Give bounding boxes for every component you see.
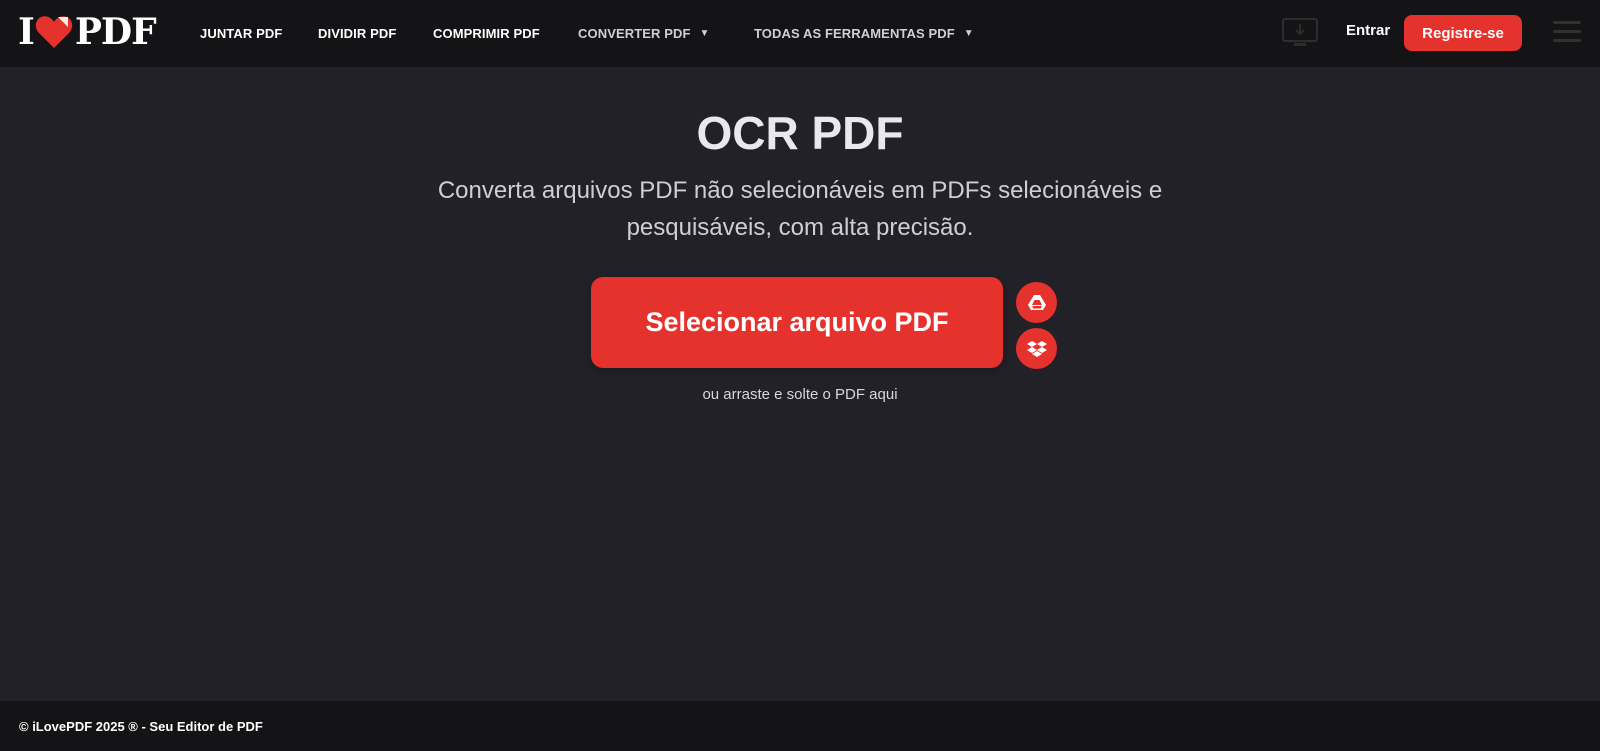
ilovepdf-logo[interactable]: I PDF	[18, 11, 157, 53]
nav-label: TODAS AS FERRAMENTAS PDF	[754, 26, 955, 41]
dropbox-button[interactable]	[1016, 328, 1057, 369]
top-navigation-bar: I PDF JUNTAR PDF DIVIDIR PDF COMPRIMIR P…	[0, 0, 1600, 67]
nav-label: COMPRIMIR PDF	[433, 26, 540, 41]
caret-down-icon: ▼	[963, 28, 974, 39]
google-drive-button[interactable]	[1016, 282, 1057, 323]
heart-icon	[35, 16, 73, 48]
drag-and-drop-hint: ou arraste e solte o PDF aqui	[702, 386, 898, 403]
desktop-app-icon[interactable]	[1282, 18, 1318, 48]
select-pdf-button[interactable]: Selecionar arquivo PDF	[591, 277, 1003, 368]
subtitle-line: pesquisáveis, com alta precisão.	[626, 214, 974, 241]
footer: © iLovePDF 2025 ® - Seu Editor de PDF	[0, 701, 1600, 751]
google-drive-icon	[1027, 294, 1046, 310]
login-link[interactable]: Entrar	[1346, 22, 1390, 39]
caret-down-icon: ▼	[699, 28, 710, 39]
hamburger-menu-icon[interactable]	[1553, 21, 1581, 45]
nav-comprimir-pdf[interactable]: COMPRIMIR PDF	[433, 0, 540, 67]
page-subtitle: Converta arquivos PDF não selecionáveis …	[400, 172, 1200, 246]
footer-copyright: © iLovePDF 2025 ® - Seu Editor de PDF	[19, 718, 263, 734]
nav-converter-pdf[interactable]: CONVERTER PDF ▼	[578, 0, 710, 67]
nav-label: CONVERTER PDF	[578, 26, 691, 41]
page-title: OCR PDF	[696, 107, 904, 159]
logo-suffix: PDF	[74, 11, 157, 53]
subtitle-line: Converta arquivos PDF não selecionáveis …	[437, 177, 1163, 204]
nav-todas-ferramentas[interactable]: TODAS AS FERRAMENTAS PDF ▼	[754, 0, 974, 67]
register-button[interactable]: Registre-se	[1404, 15, 1522, 51]
nav-label: DIVIDIR PDF	[318, 26, 397, 41]
nav-label: JUNTAR PDF	[200, 26, 283, 41]
nav-juntar-pdf[interactable]: JUNTAR PDF	[200, 0, 282, 67]
logo-prefix: I	[18, 11, 35, 53]
dropbox-icon	[1026, 340, 1047, 357]
nav-dividir-pdf[interactable]: DIVIDIR PDF	[318, 0, 396, 67]
